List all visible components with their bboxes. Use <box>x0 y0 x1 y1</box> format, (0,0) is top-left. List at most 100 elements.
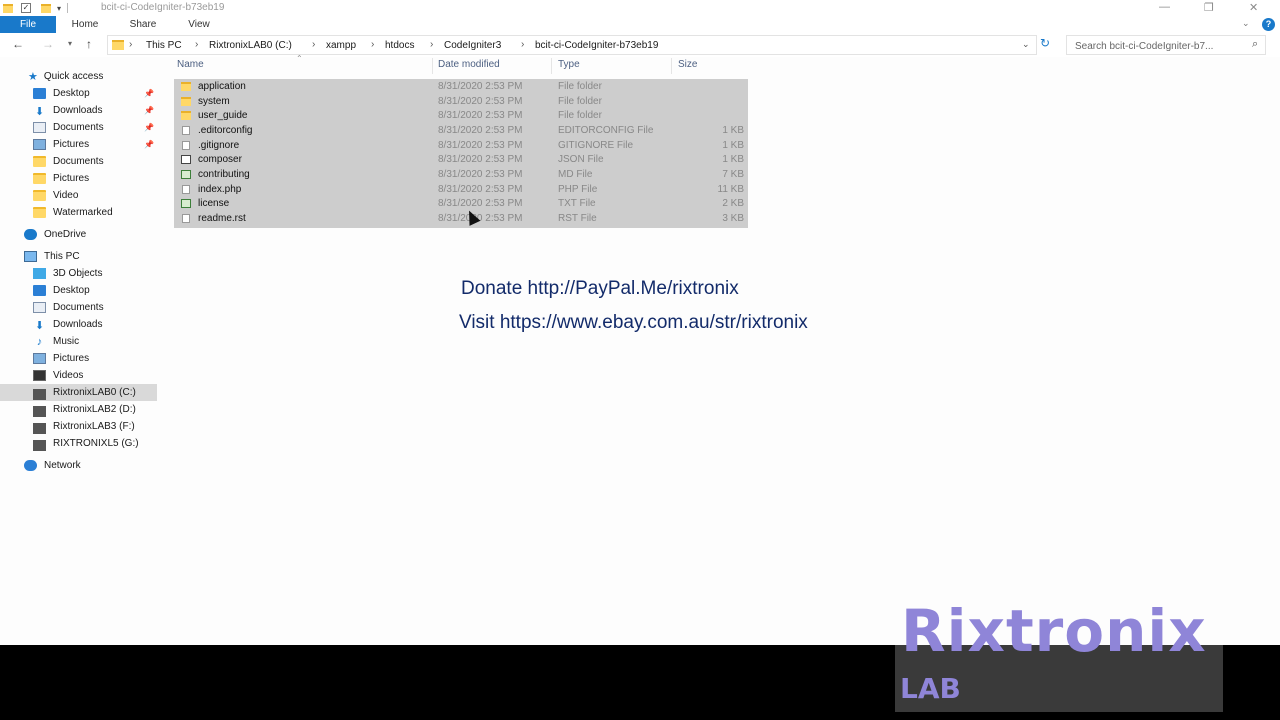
chevron-right-icon[interactable]: › <box>129 39 132 50</box>
chevron-right-icon[interactable]: › <box>430 39 433 50</box>
back-arrow-icon[interactable]: ← <box>12 37 24 51</box>
recent-locations-chevron-icon[interactable]: ▾ <box>68 39 72 48</box>
nav-onedrive[interactable]: OneDrive <box>0 226 157 243</box>
breadcrumb-this-pc[interactable]: This PC <box>146 40 182 51</box>
table-row[interactable]: system 8/31/2020 2:53 PM File folder <box>174 94 748 109</box>
file-explorer-window: ✓ ▾ bcit-ci-CodeIgniter-b73eb19 — ❐ ✕ Fi… <box>0 0 1280 645</box>
table-row[interactable]: .editorconfig 8/31/2020 2:53 PM EDITORCO… <box>174 123 748 138</box>
nav-pictures-folder[interactable]: Pictures <box>0 170 157 187</box>
folder-icon <box>181 111 191 121</box>
file-size: 1 KB <box>722 154 744 166</box>
table-row[interactable]: readme.rst 8/31/2020 2:53 PM RST File 3 … <box>174 211 748 226</box>
pictures-icon <box>33 139 46 150</box>
nav-network[interactable]: Network <box>0 457 157 474</box>
nav-3d-objects[interactable]: 3D Objects <box>0 265 157 282</box>
help-icon[interactable]: ? <box>1262 18 1275 31</box>
file-size: 3 KB <box>722 213 744 225</box>
close-button[interactable]: ✕ <box>1249 1 1258 14</box>
drive-icon <box>33 388 46 400</box>
folder-icon <box>181 81 191 91</box>
column-header-date[interactable]: Date modified <box>438 59 500 70</box>
search-input[interactable] <box>1066 35 1266 55</box>
nav-desktop[interactable]: Desktop 📌 <box>0 85 157 102</box>
tab-home[interactable]: Home <box>64 16 106 33</box>
nav-drive-c[interactable]: RixtronixLAB0 (C:) <box>0 384 157 401</box>
table-row[interactable]: application 8/31/2020 2:53 PM File folde… <box>174 79 748 94</box>
column-header-name[interactable]: Name <box>177 59 204 70</box>
file-name: system <box>198 95 230 107</box>
up-arrow-icon[interactable]: ↑ <box>86 37 92 51</box>
nav-pc-downloads[interactable]: ⬇ Downloads <box>0 316 157 333</box>
breadcrumb-drive-c[interactable]: RixtronixLAB0 (C:) <box>209 40 292 51</box>
column-header-size[interactable]: Size <box>678 59 697 70</box>
nav-label: This PC <box>44 251 80 262</box>
minimize-button[interactable]: — <box>1159 1 1170 13</box>
refresh-icon[interactable]: ↻ <box>1040 36 1050 50</box>
nav-pc-pictures[interactable]: Pictures <box>0 350 157 367</box>
nav-drive-g[interactable]: RIXTRONIXL5 (G:) <box>0 435 157 452</box>
tab-share[interactable]: Share <box>122 16 164 33</box>
sort-up-icon: ⌃ <box>296 54 303 63</box>
file-name: composer <box>198 154 242 166</box>
table-row[interactable]: contributing 8/31/2020 2:53 PM MD File 7… <box>174 167 748 182</box>
tab-file[interactable]: File <box>0 16 56 33</box>
nav-pc-desktop[interactable]: Desktop <box>0 282 157 299</box>
nav-pc-music[interactable]: ♪ Music <box>0 333 157 350</box>
pin-icon[interactable]: 📌 <box>144 123 154 132</box>
title-bar: ✓ ▾ bcit-ci-CodeIgniter-b73eb19 — ❐ ✕ <box>0 0 1280 16</box>
nav-video-folder[interactable]: Video <box>0 187 157 204</box>
column-header-type[interactable]: Type <box>558 59 580 70</box>
breadcrumb-htdocs[interactable]: htdocs <box>385 40 414 51</box>
chevron-down-icon[interactable]: ⌄ <box>1022 39 1030 50</box>
nav-documents[interactable]: Documents 📌 <box>0 119 157 136</box>
chevron-down-icon[interactable]: ⌄ <box>1242 18 1250 29</box>
breadcrumb-codeigniter3[interactable]: CodeIgniter3 <box>444 40 501 51</box>
breadcrumb-current-folder[interactable]: bcit-ci-CodeIgniter-b73eb19 <box>535 40 658 51</box>
search-icon[interactable]: ⌕ <box>1252 38 1258 51</box>
nav-pictures[interactable]: Pictures 📌 <box>0 136 157 153</box>
column-divider[interactable] <box>671 58 672 74</box>
nav-watermarked-folder[interactable]: Watermarked <box>0 204 157 221</box>
folder-icon <box>33 207 46 218</box>
chevron-down-icon[interactable]: ▾ <box>57 4 61 13</box>
nav-pc-documents[interactable]: Documents <box>0 299 157 316</box>
address-bar[interactable]: › This PC › RixtronixLAB0 (C:) › xampp ›… <box>107 35 1037 55</box>
file-size: 1 KB <box>722 124 744 136</box>
pin-icon[interactable]: 📌 <box>144 140 154 149</box>
markdown-file-icon <box>181 170 191 180</box>
breadcrumb-xampp[interactable]: xampp <box>326 40 356 51</box>
drive-icon <box>33 405 46 417</box>
table-row[interactable]: index.php 8/31/2020 2:53 PM PHP File 11 … <box>174 182 748 197</box>
pin-icon[interactable]: 📌 <box>144 106 154 115</box>
restore-button[interactable]: ❐ <box>1204 1 1214 14</box>
chevron-right-icon[interactable]: › <box>195 39 198 50</box>
file-name: contributing <box>198 169 250 181</box>
table-row[interactable]: user_guide 8/31/2020 2:53 PM File folder <box>174 108 748 123</box>
properties-icon[interactable]: ✓ <box>21 3 31 13</box>
nav-pc-videos[interactable]: Videos <box>0 367 157 384</box>
chevron-right-icon[interactable]: › <box>371 39 374 50</box>
file-type: GITIGNORE File <box>558 139 634 151</box>
pin-icon[interactable]: 📌 <box>144 89 154 98</box>
table-row[interactable]: .gitignore 8/31/2020 2:53 PM GITIGNORE F… <box>174 138 748 153</box>
nav-drive-f[interactable]: RixtronixLAB3 (F:) <box>0 418 157 435</box>
tab-view[interactable]: View <box>178 16 220 33</box>
nav-this-pc[interactable]: This PC <box>0 248 157 265</box>
nav-drive-d[interactable]: RixtronixLAB2 (D:) <box>0 401 157 418</box>
chevron-right-icon[interactable]: › <box>521 39 524 50</box>
file-size: 11 KB <box>717 183 745 195</box>
chevron-right-icon[interactable]: › <box>312 39 315 50</box>
table-row[interactable]: license 8/31/2020 2:53 PM TXT File 2 KB <box>174 197 748 212</box>
new-folder-icon[interactable] <box>41 3 51 13</box>
table-row[interactable]: composer 8/31/2020 2:53 PM JSON File 1 K… <box>174 153 748 168</box>
nav-downloads[interactable]: ⬇ Downloads 📌 <box>0 102 157 119</box>
nav-documents-folder[interactable]: Documents <box>0 153 157 170</box>
column-divider[interactable] <box>432 58 433 74</box>
folder-icon <box>112 40 124 50</box>
divider <box>67 3 69 13</box>
nav-label: Downloads <box>53 319 103 330</box>
file-size: 2 KB <box>722 198 744 210</box>
column-divider[interactable] <box>551 58 552 74</box>
forward-arrow-icon[interactable]: → <box>42 37 54 51</box>
nav-quick-access[interactable]: ★ Quick access <box>0 68 157 85</box>
